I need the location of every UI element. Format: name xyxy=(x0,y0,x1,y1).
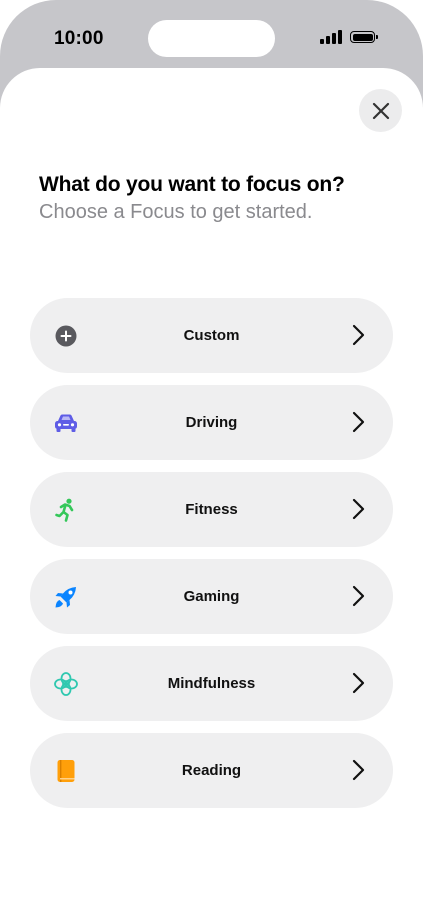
page-subtitle: Choose a Focus to get started. xyxy=(39,201,313,223)
focus-item-label: Custom xyxy=(183,327,240,344)
focus-item-gaming[interactable]: Gaming xyxy=(30,559,393,634)
chevron-right-icon xyxy=(352,324,365,346)
battery-icon xyxy=(350,31,378,43)
cellular-signal-icon xyxy=(320,30,342,44)
status-icons xyxy=(320,30,378,44)
chevron-right-icon xyxy=(352,498,365,520)
page-title: What do you want to focus on? xyxy=(39,173,345,196)
chevron-right-icon xyxy=(352,672,365,694)
focus-item-label: Fitness xyxy=(185,501,238,518)
focus-item-label: Mindfulness xyxy=(167,675,256,692)
status-bar: 10:00 xyxy=(0,0,423,70)
chevron-right-icon xyxy=(352,759,365,781)
focus-item-label: Driving xyxy=(185,414,238,431)
chevron-right-icon xyxy=(352,411,365,433)
focus-item-mindfulness[interactable]: Mindfulness xyxy=(30,646,393,721)
close-icon xyxy=(372,102,389,119)
focus-item-custom[interactable]: Custom xyxy=(30,298,393,373)
focus-item-reading[interactable]: Reading xyxy=(30,733,393,808)
chevron-right-icon xyxy=(352,585,365,607)
focus-list: Custom Driving Fitness Gaming Mindfulnes… xyxy=(30,298,393,820)
status-time: 10:00 xyxy=(54,28,104,49)
focus-item-label: Reading xyxy=(181,762,242,779)
focus-item-fitness[interactable]: Fitness xyxy=(30,472,393,547)
close-button[interactable] xyxy=(359,89,402,132)
dynamic-island xyxy=(148,20,275,57)
focus-item-label: Gaming xyxy=(183,588,240,605)
focus-item-driving[interactable]: Driving xyxy=(30,385,393,460)
